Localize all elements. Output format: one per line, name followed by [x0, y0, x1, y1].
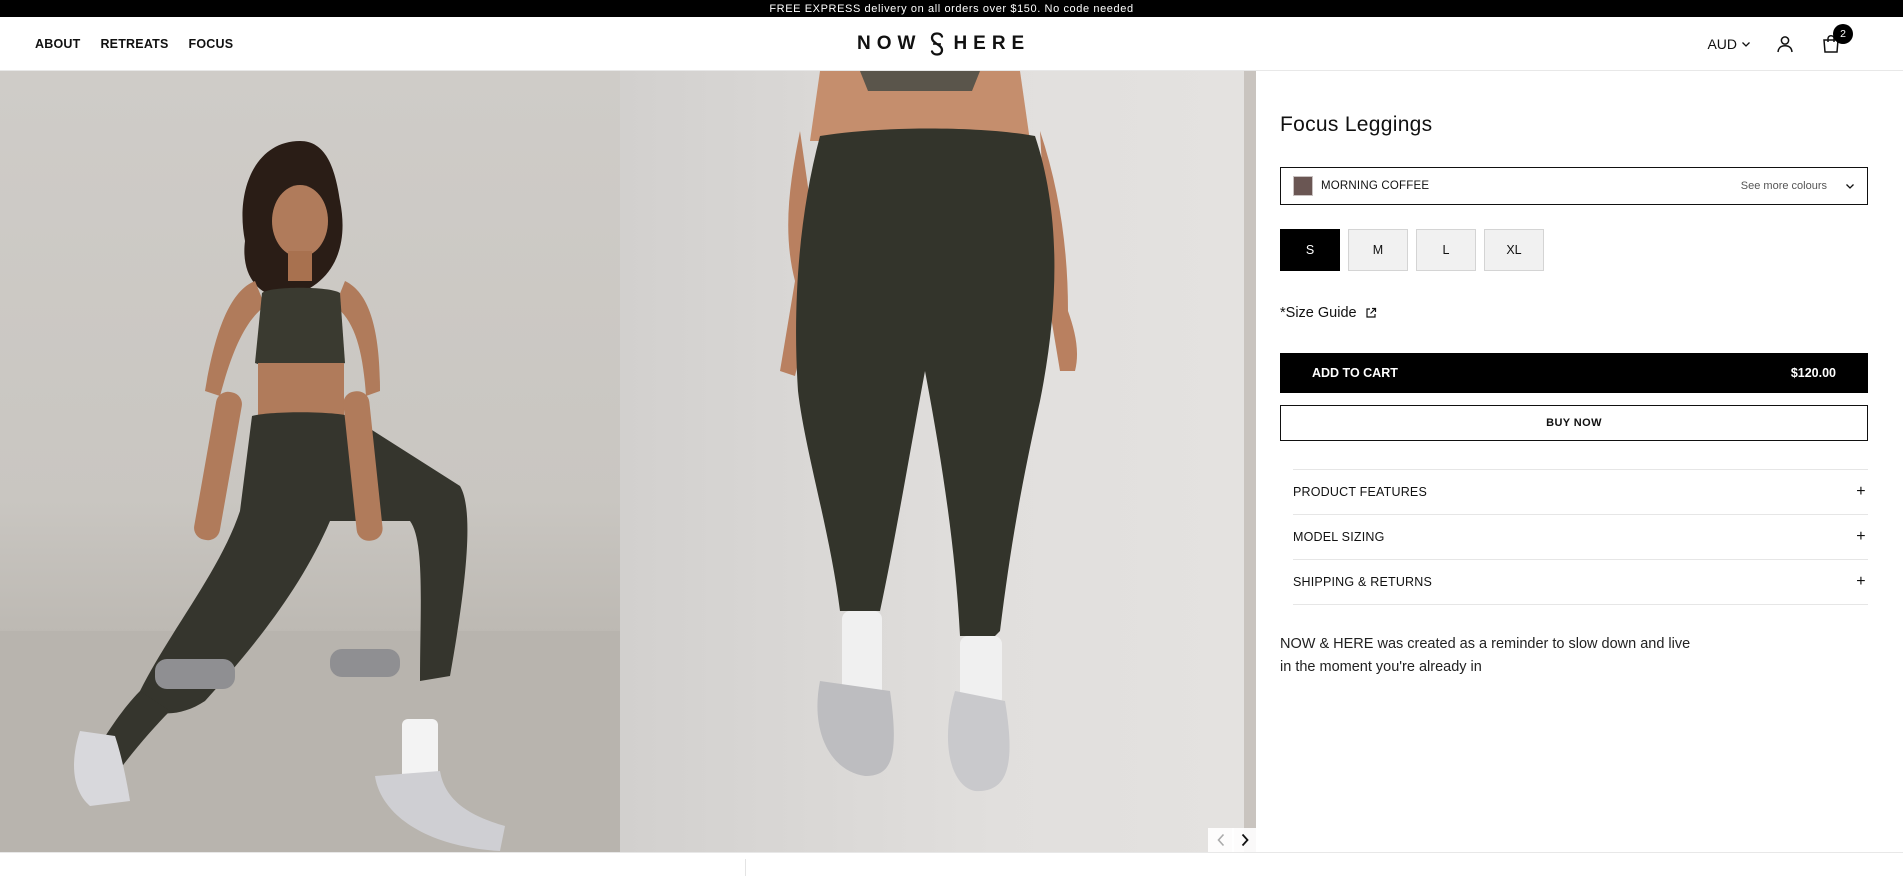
product-accordion: PRODUCT FEATURES + MODEL SIZING + SHIPPI… — [1293, 469, 1868, 605]
account-button[interactable] — [1773, 32, 1797, 56]
header-utilities: AUD 2 — [1707, 17, 1853, 71]
currency-label: AUD — [1707, 36, 1737, 52]
size-guide-link[interactable]: *Size Guide — [1280, 305, 1377, 321]
brand-tagline: NOW & HERE was created as a reminder to … — [1280, 636, 1691, 675]
strip-divider — [745, 859, 746, 876]
buy-now-button[interactable]: BUY NOW — [1280, 405, 1868, 441]
chevron-down-icon — [1846, 184, 1854, 189]
accordion-label: PRODUCT FEATURES — [1293, 485, 1427, 499]
account-icon — [1777, 36, 1793, 53]
colour-name: MORNING COFFEE — [1321, 180, 1430, 192]
size-option-s[interactable]: S — [1280, 229, 1340, 271]
size-guide-label: *Size Guide — [1280, 305, 1357, 321]
accordion-shipping-returns[interactable]: SHIPPING & RETURNS + — [1293, 560, 1868, 605]
plus-icon: + — [1856, 483, 1866, 500]
logo-word-here: HERE — [953, 33, 1031, 54]
model-lunge-illustration — [0, 141, 620, 852]
product-price: $120.00 — [1790, 366, 1836, 380]
plus-icon: + — [1856, 528, 1866, 545]
next-image-peek — [1244, 71, 1256, 852]
brand-s-mark-icon — [931, 32, 944, 56]
see-more-colours-link[interactable]: See more colours — [1741, 180, 1827, 192]
chevron-right-icon — [1241, 833, 1249, 847]
logo-word-now: NOW — [857, 33, 922, 54]
main-nav: ABOUT RETREATS FOCUS — [35, 17, 233, 71]
accordion-model-sizing[interactable]: MODEL SIZING + — [1293, 515, 1868, 560]
cart-count-badge: 2 — [1833, 24, 1853, 44]
cart-button[interactable]: 2 — [1819, 24, 1853, 56]
gallery-next-button[interactable] — [1232, 828, 1256, 852]
size-option-l[interactable]: L — [1416, 229, 1476, 271]
size-selector: S M L XL — [1280, 229, 1544, 271]
model-standing-illustration — [780, 71, 1078, 792]
product-image-standing[interactable] — [620, 71, 1244, 852]
site-header: ABOUT RETREATS FOCUS NOW HERE AUD 2 — [0, 17, 1903, 71]
product-title: Focus Leggings — [1280, 113, 1433, 136]
accordion-label: MODEL SIZING — [1293, 530, 1385, 544]
plus-icon: + — [1856, 573, 1866, 590]
site-logo[interactable]: NOW HERE — [857, 30, 1030, 58]
size-option-xl[interactable]: XL — [1484, 229, 1544, 271]
nav-focus[interactable]: FOCUS — [189, 37, 234, 51]
accordion-label: SHIPPING & RETURNS — [1293, 575, 1433, 589]
below-fold-strip — [0, 852, 1903, 876]
chevron-left-icon — [1217, 833, 1225, 847]
chevron-down-icon — [1742, 42, 1750, 47]
add-to-cart-label: ADD TO CART — [1312, 366, 1398, 380]
colour-selector[interactable]: MORNING COFFEE See more colours — [1280, 167, 1868, 205]
product-image-lunge[interactable] — [0, 71, 620, 852]
currency-selector[interactable]: AUD — [1707, 36, 1751, 52]
size-option-m[interactable]: M — [1348, 229, 1408, 271]
product-gallery — [0, 71, 1256, 852]
external-link-icon — [1365, 307, 1376, 318]
announcement-bar: FREE EXPRESS delivery on all orders over… — [0, 0, 1903, 17]
add-to-cart-button[interactable]: ADD TO CART $120.00 — [1280, 353, 1868, 393]
buy-now-label: BUY NOW — [1546, 417, 1602, 429]
accordion-product-features[interactable]: PRODUCT FEATURES + — [1293, 470, 1868, 515]
announcement-text: FREE EXPRESS delivery on all orders over… — [769, 2, 1134, 15]
nav-about[interactable]: ABOUT — [35, 37, 80, 51]
colour-swatch — [1293, 176, 1313, 196]
gallery-prev-button[interactable] — [1208, 828, 1234, 852]
nav-retreats[interactable]: RETREATS — [100, 37, 168, 51]
